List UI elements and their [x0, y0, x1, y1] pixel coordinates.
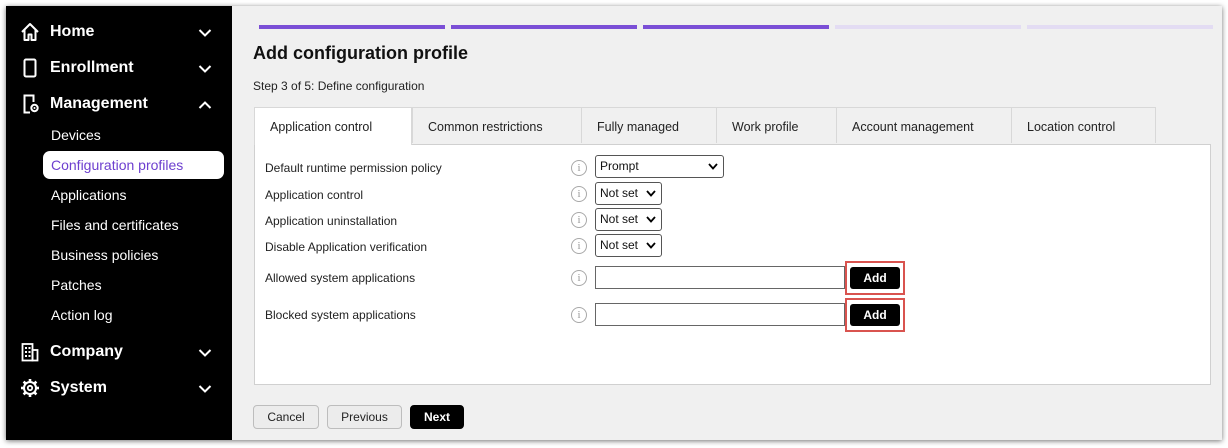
chevron-down-icon: [646, 242, 656, 249]
chevron-down-icon: [646, 216, 656, 223]
progress-segment: [1027, 25, 1213, 29]
chevron-down-icon: [708, 163, 718, 170]
info-icon[interactable]: i: [571, 307, 587, 323]
step-indicator: Step 3 of 5: Define configuration: [253, 79, 425, 93]
nav-group-home[interactable]: Home: [6, 15, 232, 49]
info-icon[interactable]: i: [571, 212, 587, 228]
next-button[interactable]: Next: [410, 405, 464, 429]
sidebar-item-configuration-profiles[interactable]: Configuration profiles: [43, 151, 224, 179]
chevron-down-icon: [198, 65, 212, 73]
allowed-system-apps-input[interactable]: [595, 266, 845, 289]
field-label: Disable Application verification: [265, 240, 428, 254]
progress-segment: [643, 25, 829, 29]
nav-group-company[interactable]: Company: [6, 335, 232, 369]
home-icon: [21, 23, 39, 41]
disable-verification-select[interactable]: Not set: [595, 234, 662, 257]
sidebar-item-devices[interactable]: Devices: [43, 121, 224, 149]
tab-common-restrictions[interactable]: Common restrictions: [412, 107, 582, 143]
field-label: Application control: [265, 188, 364, 202]
tab-application-control[interactable]: Application control: [254, 107, 412, 145]
nav-group-label: Management: [50, 95, 148, 112]
building-icon: [21, 343, 39, 362]
nav-group-label: Company: [50, 343, 123, 360]
field-label: Default runtime permission policy: [265, 161, 442, 175]
phone-icon: [23, 58, 37, 78]
nav-group-label: Enrollment: [50, 59, 134, 76]
sidebar: Home Enrollment Management Devices Confi…: [6, 6, 232, 440]
field-label: Blocked system applications: [265, 308, 416, 322]
chevron-down-icon: [198, 349, 212, 357]
blocked-system-apps-input[interactable]: [595, 303, 845, 326]
progress-segment: [835, 25, 1021, 29]
info-icon[interactable]: i: [571, 238, 587, 254]
tab-fully-managed[interactable]: Fully managed: [581, 107, 717, 143]
sidebar-item-files-and-certificates[interactable]: Files and certificates: [43, 211, 224, 239]
page-title: Add configuration profile: [253, 43, 468, 63]
tab-location-control[interactable]: Location control: [1011, 107, 1156, 143]
progress-segment: [451, 25, 637, 29]
tab-work-profile[interactable]: Work profile: [716, 107, 837, 143]
sidebar-item-patches[interactable]: Patches: [43, 271, 224, 299]
configuration-panel: Application control Common restrictions …: [254, 107, 1211, 385]
info-icon[interactable]: i: [571, 186, 587, 202]
runtime-permission-select[interactable]: Prompt: [595, 155, 724, 178]
field-label: Application uninstallation: [265, 214, 398, 228]
main-content: Add configuration profile Step 3 of 5: D…: [232, 6, 1222, 440]
chevron-down-icon: [198, 29, 212, 37]
select-value: Not set: [600, 186, 639, 200]
add-allowed-app-button[interactable]: Add: [850, 267, 900, 289]
highlight-box: Add: [845, 261, 905, 295]
nav-group-label: System: [50, 379, 107, 396]
select-value: Prompt: [600, 159, 639, 173]
field-label: Allowed system applications: [265, 271, 416, 285]
chevron-down-icon: [198, 385, 212, 393]
info-icon[interactable]: i: [571, 160, 587, 176]
nav-group-label: Home: [50, 23, 95, 40]
sidebar-item-business-policies[interactable]: Business policies: [43, 241, 224, 269]
nav-group-enrollment[interactable]: Enrollment: [6, 51, 232, 85]
application-control-select[interactable]: Not set: [595, 182, 662, 205]
sidebar-item-applications[interactable]: Applications: [43, 181, 224, 209]
progress-segment: [259, 25, 445, 29]
add-blocked-app-button[interactable]: Add: [850, 304, 900, 326]
tab-account-management[interactable]: Account management: [836, 107, 1012, 143]
application-uninstallation-select[interactable]: Not set: [595, 208, 662, 231]
previous-button[interactable]: Previous: [327, 405, 402, 429]
cancel-button[interactable]: Cancel: [253, 405, 319, 429]
select-value: Not set: [600, 212, 639, 226]
nav-group-management[interactable]: Management: [6, 87, 232, 121]
device-gear-icon: [23, 94, 39, 114]
sidebar-item-action-log[interactable]: Action log: [43, 301, 224, 329]
chevron-down-icon: [646, 190, 656, 197]
highlight-box: Add: [845, 298, 905, 332]
tab-content: Default runtime permission policy i Prom…: [254, 144, 1211, 385]
nav-group-system[interactable]: System: [6, 371, 232, 405]
chevron-up-icon: [198, 101, 212, 109]
app-window: Home Enrollment Management Devices Confi…: [6, 6, 1222, 440]
info-icon[interactable]: i: [571, 270, 587, 286]
select-value: Not set: [600, 238, 639, 252]
gear-icon: [21, 379, 39, 397]
